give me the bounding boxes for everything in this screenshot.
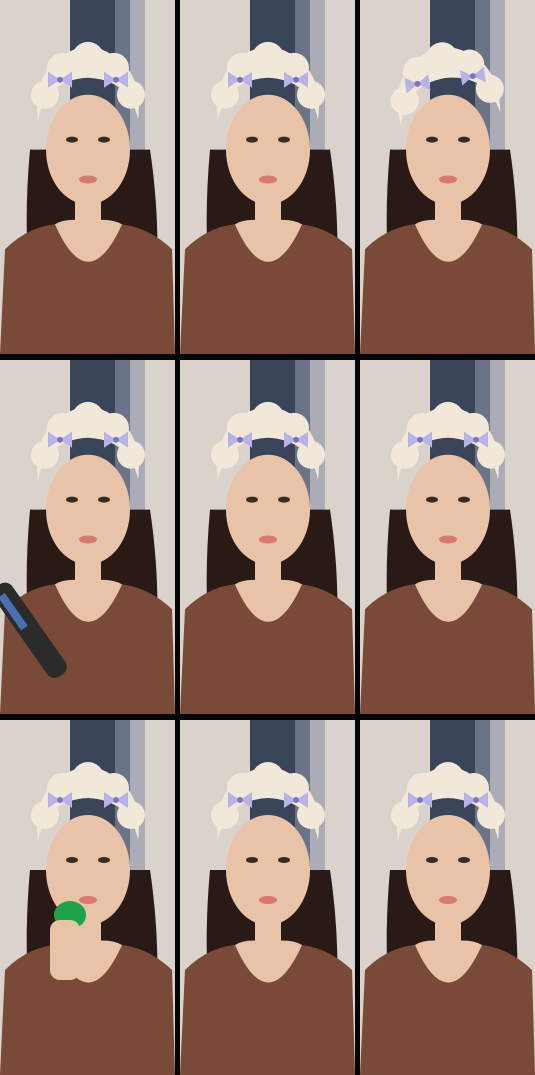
photo-illustration — [0, 720, 175, 1075]
photo-tile-7 — [0, 720, 175, 1075]
photo-tile-5 — [180, 360, 355, 714]
photo-tile-1 — [0, 0, 175, 354]
photo-illustration — [180, 0, 355, 354]
photo-collage-grid — [0, 0, 535, 1075]
photo-illustration — [0, 360, 175, 714]
photo-tile-6 — [360, 360, 535, 714]
photo-tile-2 — [180, 0, 355, 354]
photo-illustration — [180, 360, 355, 714]
photo-illustration — [360, 0, 535, 354]
photo-illustration — [360, 360, 535, 714]
photo-tile-4 — [0, 360, 175, 714]
photo-illustration — [0, 0, 175, 354]
photo-tile-8 — [180, 720, 355, 1075]
photo-illustration — [180, 720, 355, 1075]
photo-illustration — [360, 720, 535, 1075]
photo-tile-9 — [360, 720, 535, 1075]
photo-tile-3 — [360, 0, 535, 354]
